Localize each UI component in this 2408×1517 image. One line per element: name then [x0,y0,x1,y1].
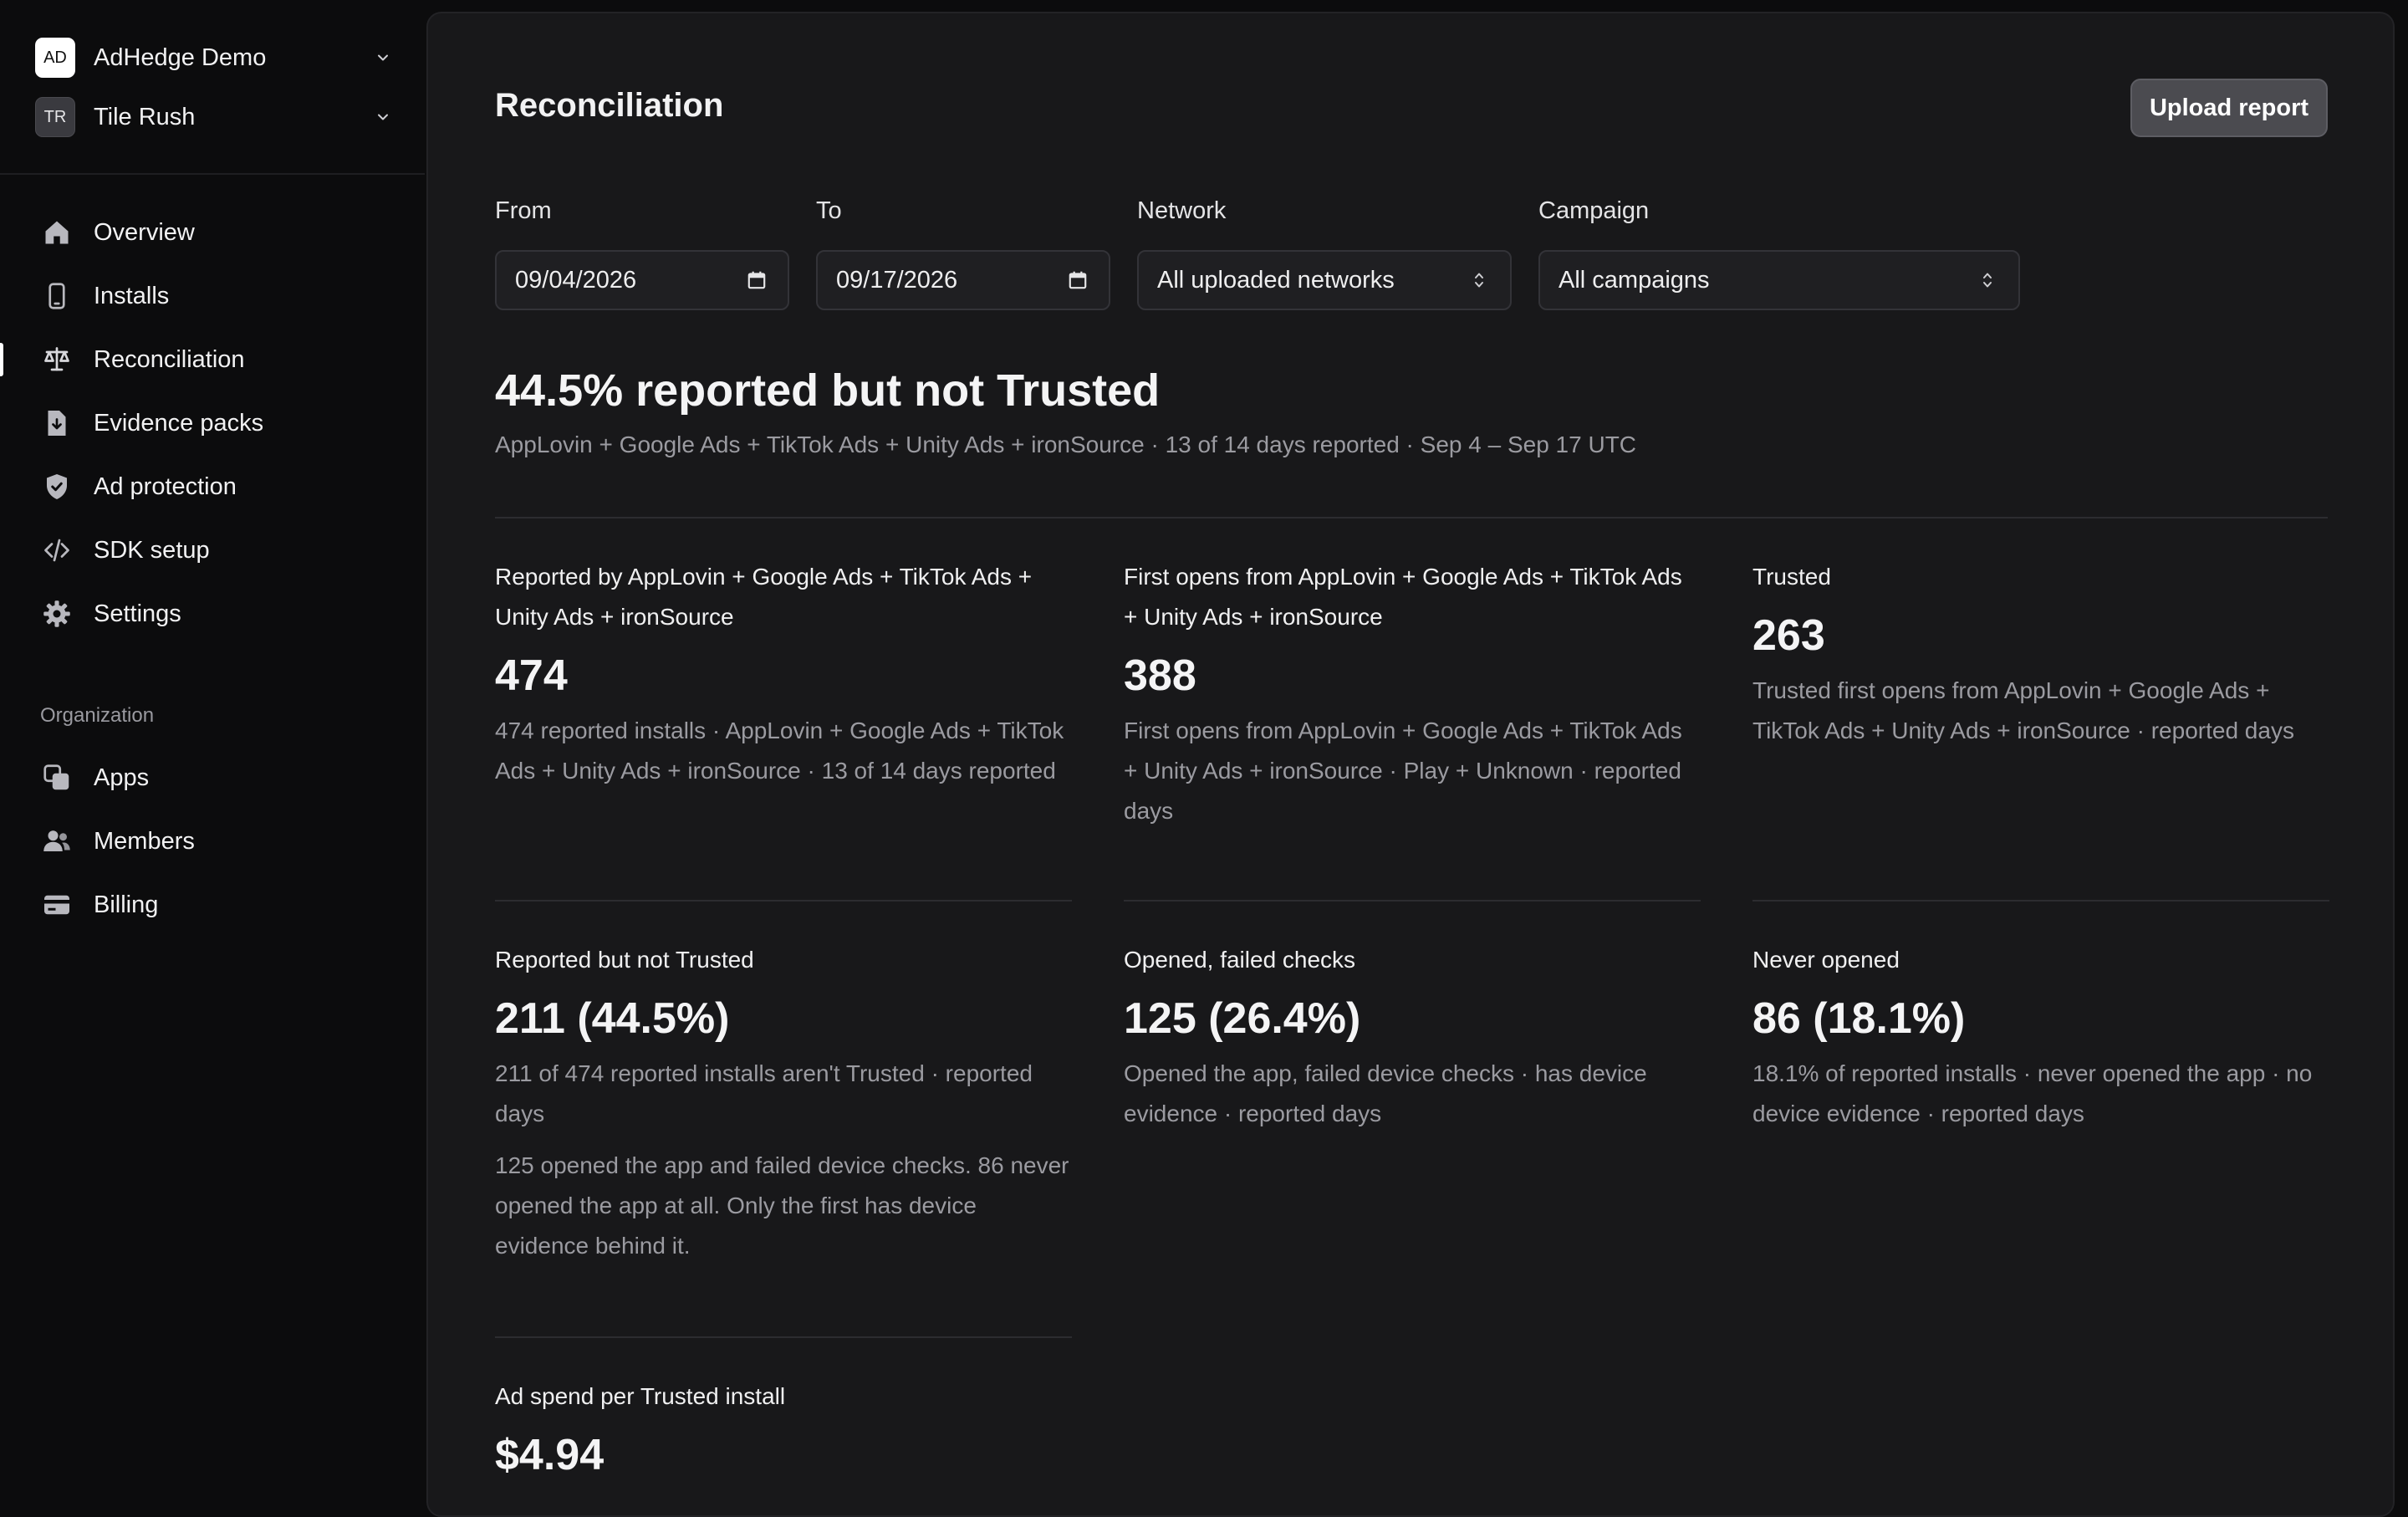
sidebar-item-label: Ad protection [94,472,237,500]
campaign-label: Campaign [1538,197,1650,224]
code-icon [40,534,74,567]
summary-headline: 44.5% reported but not Trusted [495,365,1161,416]
campaign-select[interactable]: All campaigns [1538,250,2020,310]
summary-divider [495,517,2328,518]
from-label: From [495,197,552,224]
metric-value: 263 [1752,611,1825,660]
shield-check-icon [40,470,74,503]
summary-subline: AppLovin + Google Ads + TikTok Ads + Uni… [495,432,1637,457]
metric-title: Reported but not Trusted [495,947,754,973]
to-date-value: 09/17/2026 [836,266,958,294]
select-arrows-icon [1467,268,1492,293]
metric-value: 211 (44.5%) [495,994,730,1043]
org-badge: AD [35,38,75,78]
metric-card-first-opens: First opens from AppLovin + Google Ads +… [1124,557,1701,831]
sidebar-item-label: Billing [94,891,159,918]
sidebar-item-settings[interactable]: Settings [0,590,425,637]
org-switcher[interactable]: AD AdHedge Demo [35,38,393,78]
sidebar: AD AdHedge Demo TR Tile Rush Overview In… [0,0,425,1505]
chevron-down-icon [373,48,393,68]
sidebar-item-ad-protection[interactable]: Ad protection [0,463,425,510]
metric-title: Trusted [1752,564,1831,590]
card-divider [495,1336,1072,1338]
org-name: AdHedge Demo [94,43,267,71]
metric-description: Opened the app, failed device checks · h… [1124,1060,1647,1126]
metric-value: 125 (26.4%) [1124,994,1361,1043]
section-label-organization: Organization [40,704,155,727]
metric-description: 18.1% of reported installs · never opene… [1752,1060,2313,1126]
sidebar-item-reconciliation[interactable]: Reconciliation [0,336,425,383]
sidebar-item-billing[interactable]: Billing [0,881,425,928]
to-label: To [816,197,842,224]
upload-report-button[interactable]: Upload report [2130,79,2328,137]
metric-description: First opens from AppLovin + Google Ads +… [1124,718,1682,824]
metric-note: 125 opened the app and failed device che… [495,1152,1069,1259]
metric-title: Opened, failed checks [1124,947,1356,973]
select-arrows-icon [1975,268,2000,293]
card-divider [1752,900,2329,902]
sidebar-item-label: Overview [94,218,195,246]
metric-card-ad-spend: Ad spend per Trusted install $4.94 [495,1377,1072,1482]
chevron-down-icon [373,107,393,127]
sidebar-item-members[interactable]: Members [0,818,425,865]
to-date-input[interactable]: 09/17/2026 [816,250,1110,310]
sidebar-divider [0,173,425,175]
metric-title: Never opened [1752,947,1900,973]
from-date-input[interactable]: 09/04/2026 [495,250,789,310]
metric-description: 474 reported installs · AppLovin + Googl… [495,718,1064,784]
calendar-icon[interactable] [744,268,769,293]
metric-description: 211 of 474 reported installs aren't Trus… [495,1060,1033,1126]
card-divider [1124,900,1701,902]
home-icon [40,216,74,249]
gear-icon [40,597,74,631]
metric-title: First opens from AppLovin + Google Ads +… [1124,564,1682,630]
sidebar-item-label: Members [94,827,195,855]
credit-card-icon [40,888,74,922]
sidebar-item-label: Settings [94,600,181,627]
calendar-icon[interactable] [1065,268,1090,293]
card-divider [495,900,1072,902]
metric-title: Reported by AppLovin + Google Ads + TikT… [495,564,1033,630]
sidebar-item-label: SDK setup [94,536,210,564]
sidebar-item-installs[interactable]: Installs [0,273,425,319]
phone-icon [40,279,74,313]
users-icon [40,825,74,858]
metric-card-not-trusted: Reported but not Trusted 211 (44.5%) 211… [495,940,1072,1266]
app-switcher[interactable]: TR Tile Rush [35,97,393,137]
app-name: Tile Rush [94,103,196,130]
sidebar-item-evidence-packs[interactable]: Evidence packs [0,400,425,447]
metric-card-never-opened: Never opened 86 (18.1%) 18.1% of reporte… [1752,940,2329,1134]
sidebar-item-label: Apps [94,764,150,791]
sidebar-item-sdk-setup[interactable]: SDK setup [0,527,425,574]
apps-icon [40,761,74,794]
from-date-value: 09/04/2026 [515,266,637,294]
network-select-value: All uploaded networks [1157,266,1395,294]
sidebar-item-apps[interactable]: Apps [0,754,425,801]
metric-value: 86 (18.1%) [1752,994,1966,1043]
metric-card-failed-checks: Opened, failed checks 125 (26.4%) Opened… [1124,940,1701,1134]
metric-description: Trusted first opens from AppLovin + Goog… [1752,677,2294,743]
file-download-icon [40,406,74,440]
network-label: Network [1137,197,1227,224]
metric-card-reported: Reported by AppLovin + Google Ads + TikT… [495,557,1072,791]
sidebar-item-label: Reconciliation [94,345,245,373]
sidebar-item-label: Evidence packs [94,409,264,437]
app-root: AD AdHedge Demo TR Tile Rush Overview In… [0,0,2408,1517]
network-select[interactable]: All uploaded networks [1137,250,1512,310]
metric-value: 388 [1124,651,1196,700]
campaign-select-value: All campaigns [1559,266,1710,294]
metric-card-trusted: Trusted 263 Trusted first opens from App… [1752,557,2329,751]
sidebar-item-overview[interactable]: Overview [0,209,425,256]
sidebar-item-label: Installs [94,282,170,309]
main-panel: Reconciliation Upload report From To Net… [426,12,2395,1517]
scale-icon [40,343,74,376]
page-title: Reconciliation [495,87,724,124]
metric-title: Ad spend per Trusted install [495,1383,786,1409]
metric-value: 474 [495,651,568,700]
app-badge: TR [35,97,75,137]
metric-value: $4.94 [495,1431,605,1479]
